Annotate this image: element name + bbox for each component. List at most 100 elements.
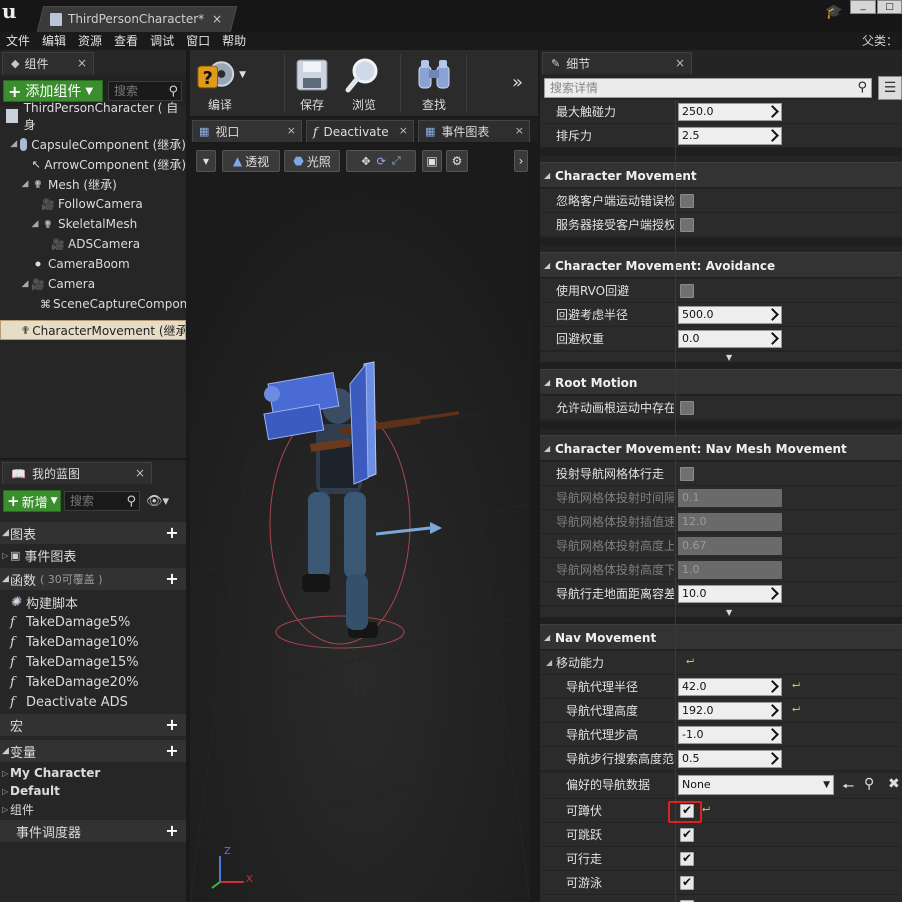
property-group-row[interactable]: ◢ 移动能力 ⮠ (540, 651, 902, 675)
event-dispatchers-category[interactable]: 事件调度器 + (0, 820, 186, 842)
category-character-movement[interactable]: ◢ Character Movement (540, 162, 902, 188)
can-swim-checkbox[interactable] (680, 875, 694, 890)
chevron-down-icon[interactable]: ▼ (239, 70, 246, 80)
viewport[interactable]: ▾ ▲ 透视 ⬣ 光照 ✥ ⟳ ⤢ ▣ ⚙ › Z X (190, 144, 530, 902)
function-item[interactable]: f Deactivate ADS (0, 692, 186, 712)
function-item[interactable]: f TakeDamage15% (0, 652, 186, 672)
preferred-nav-data-dropdown[interactable]: None ▼ (678, 775, 834, 795)
function-item[interactable]: ✺ 构建脚本 (0, 592, 186, 612)
rotate-icon[interactable]: ⟳ (377, 155, 386, 168)
new-button[interactable]: + 新增 ▼ (3, 490, 61, 512)
category-root-motion[interactable]: ◢ Root Motion (540, 369, 902, 395)
reset-to-default-icon[interactable]: ⮠ (792, 680, 800, 691)
category-avoidance[interactable]: ◢ Character Movement: Avoidance (540, 252, 902, 278)
variables-category[interactable]: ◢ 变量 + (0, 740, 186, 762)
perspective-button[interactable]: ▲ 透视 (222, 150, 280, 172)
expand-arrow-icon[interactable]: ◢ (30, 219, 40, 229)
document-tab[interactable]: ThirdPersonCharacter* × (50, 6, 230, 32)
components-search-input[interactable]: 搜索 ⚲ (108, 81, 182, 101)
eye-icon[interactable]: 👁▾ (146, 494, 169, 509)
checkbox[interactable] (680, 284, 694, 298)
reset-to-default-icon[interactable]: ⮠ (702, 804, 710, 815)
lit-button[interactable]: ⬣ 光照 (284, 150, 340, 172)
maximize-button[interactable]: □ (877, 0, 902, 14)
details-tab[interactable]: ✎ 细节 × (542, 52, 692, 74)
translate-icon[interactable]: ✥ (361, 155, 370, 168)
my-blueprint-tab[interactable]: 📖 我的蓝图 × (2, 462, 152, 484)
tree-item-capsule[interactable]: ◢ CapsuleComponent (继承) (0, 134, 186, 154)
menu-debug[interactable]: 调试 (144, 32, 180, 50)
macros-category[interactable]: 宏 + (0, 714, 186, 736)
number-field[interactable]: 250.0 (678, 103, 782, 121)
function-item[interactable]: f TakeDamage5% (0, 612, 186, 632)
number-field[interactable]: 10.0 (678, 585, 782, 603)
menu-window[interactable]: 窗口 (180, 32, 216, 50)
number-field[interactable]: 42.0 (678, 678, 782, 696)
components-tab[interactable]: ◆ 组件 × (2, 52, 94, 74)
surface-snap-icon[interactable]: ▣ (422, 150, 442, 172)
number-field[interactable]: 2.5 (678, 127, 782, 145)
learn-icon[interactable]: 🎓 (824, 4, 844, 20)
tree-item-scene-capture[interactable]: ⌘ SceneCaptureCompone (0, 294, 186, 314)
advanced-expander[interactable]: ▼ (540, 607, 902, 617)
expand-arrow-icon[interactable]: ◢ (10, 139, 17, 149)
reset-to-default-icon[interactable]: ⮠ (792, 704, 800, 715)
add-graph-button[interactable]: + (164, 525, 180, 541)
variable-group-default[interactable]: ▷ Default (0, 782, 186, 800)
tree-item-arrow[interactable]: ↖ ArrowComponent (继承) (0, 154, 186, 174)
viewport-options-button[interactable]: ▾ (196, 150, 216, 172)
find-button[interactable]: 查找 (408, 56, 460, 114)
close-tab-icon[interactable]: × (399, 124, 408, 137)
menu-edit[interactable]: 编辑 (36, 32, 72, 50)
menu-help[interactable]: 帮助 (216, 32, 252, 50)
tree-item-follow-camera[interactable]: 🎥 FollowCamera (0, 194, 186, 214)
tree-item-mesh[interactable]: ◢ ✟ Mesh (继承) (0, 174, 186, 194)
add-macro-button[interactable]: + (164, 717, 180, 733)
tree-item-camera-boom[interactable]: ⚫ CameraBoom (0, 254, 186, 274)
tree-item-skeletal-mesh[interactable]: ◢ ✟ SkeletalMesh (0, 214, 186, 234)
close-tab-icon[interactable]: × (287, 124, 296, 137)
camera-speed-icon[interactable]: ⚙ (446, 150, 468, 172)
can-jump-checkbox[interactable] (680, 827, 694, 842)
checkbox[interactable] (680, 401, 694, 415)
menu-file[interactable]: 文件 (0, 32, 36, 50)
browse-search-icon[interactable]: ⚲ (864, 776, 874, 792)
number-field[interactable]: 192.0 (678, 702, 782, 720)
number-field[interactable]: 500.0 (678, 306, 782, 324)
can-crouch-checkbox[interactable] (680, 803, 694, 818)
compile-button[interactable]: ? ▼ 编译 (194, 56, 246, 114)
category-nav-mesh-movement[interactable]: ◢ Character Movement: Nav Mesh Movement (540, 435, 902, 461)
scale-icon[interactable]: ⤢ (392, 154, 401, 168)
close-tab-icon[interactable]: × (77, 56, 87, 70)
column-divider[interactable] (675, 100, 676, 902)
menu-view[interactable]: 查看 (108, 32, 144, 50)
add-event-dispatcher-button[interactable]: + (164, 823, 180, 839)
tab-deactivate[interactable]: f Deactivate × (306, 120, 414, 142)
menu-asset[interactable]: 资源 (72, 32, 108, 50)
minimize-button[interactable]: _ (850, 0, 876, 14)
close-tab-icon[interactable]: × (135, 466, 145, 480)
checkbox[interactable] (680, 194, 694, 208)
close-tab-icon[interactable]: × (515, 124, 524, 137)
tree-item-character-movement[interactable]: ✟ CharacterMovement (继承) (0, 320, 186, 340)
tree-item-ads-camera[interactable]: 🎥 ADSCamera (0, 234, 186, 254)
graphs-category[interactable]: ◢ 图表 + (0, 522, 186, 544)
tab-event-graph[interactable]: ▦ 事件图表 × (418, 120, 530, 142)
expand-arrow-icon[interactable]: ◢ (20, 279, 30, 289)
browse-button[interactable]: 浏览 (338, 56, 390, 114)
use-selected-arrow-icon[interactable]: 🠔 (842, 776, 854, 800)
category-nav-movement[interactable]: ◢ Nav Movement (540, 624, 902, 650)
clear-icon[interactable]: ✖ (888, 776, 900, 792)
function-item[interactable]: f TakeDamage20% (0, 672, 186, 692)
component-root-item[interactable]: ThirdPersonCharacter ( 自身 (0, 101, 186, 132)
advanced-expander[interactable]: ▼ (540, 352, 902, 362)
reset-to-default-icon[interactable]: ⮠ (686, 656, 694, 667)
tree-item-camera[interactable]: ◢ 🎥 Camera (0, 274, 186, 294)
blueprint-search-input[interactable]: 搜索 ⚲ (64, 491, 140, 511)
checkbox[interactable] (680, 218, 694, 232)
checkbox[interactable] (680, 467, 694, 481)
save-button[interactable]: 保存 (286, 56, 338, 114)
can-walk-checkbox[interactable] (680, 851, 694, 866)
details-search-input[interactable]: 搜索详情 ⚲ (544, 78, 872, 98)
add-variable-button[interactable]: + (164, 743, 180, 759)
